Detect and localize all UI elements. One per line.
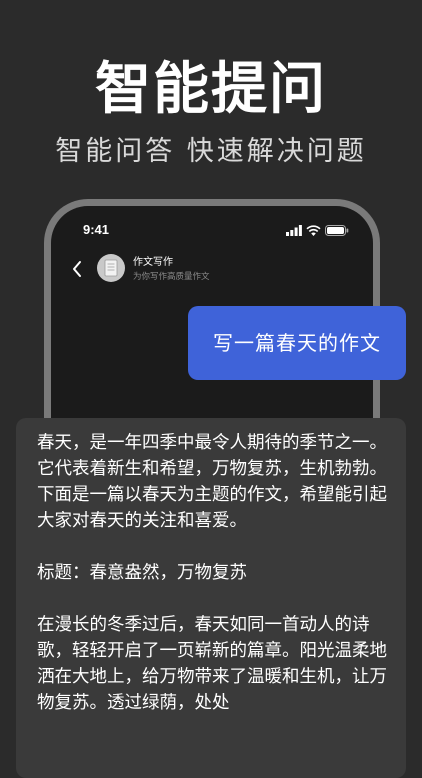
chevron-left-icon[interactable] bbox=[69, 257, 85, 281]
answer-card: 春天，是一年四季中最令人期待的季节之一。它代表着新生和希望，万物复苏，生机勃勃。… bbox=[16, 418, 406, 778]
wifi-icon bbox=[306, 225, 321, 236]
status-icons bbox=[286, 225, 349, 236]
hero-subtitle: 智能问答 快速解决问题 bbox=[55, 136, 367, 167]
chat-subtitle: 为你写作高质量作文 bbox=[133, 271, 210, 281]
chat-title: 作文写作 bbox=[133, 257, 173, 268]
status-time: 9:41 bbox=[83, 222, 110, 237]
hero-title: 智能提问 bbox=[95, 57, 327, 122]
avatar bbox=[97, 254, 125, 282]
chat-header: 作文写作 为你写作高质量作文 bbox=[51, 248, 373, 292]
signal-icon bbox=[286, 225, 302, 236]
battery-icon bbox=[325, 225, 349, 236]
user-message-bubble: 写一篇春天的作文 bbox=[188, 306, 406, 380]
notebook-icon bbox=[104, 259, 118, 277]
answer-paragraph-body: 在漫长的冬季过后，春天如同一首动人的诗歌，轻轻开启了一页崭新的篇章。阳光温柔地洒… bbox=[37, 615, 387, 713]
answer-paragraph-title: 标题：春意盎然，万物复苏 bbox=[37, 563, 247, 583]
status-bar: 9:41 bbox=[51, 222, 373, 242]
answer-paragraph-intro: 春天，是一年四季中最令人期待的季节之一。它代表着新生和希望，万物复苏，生机勃勃。… bbox=[37, 433, 387, 531]
